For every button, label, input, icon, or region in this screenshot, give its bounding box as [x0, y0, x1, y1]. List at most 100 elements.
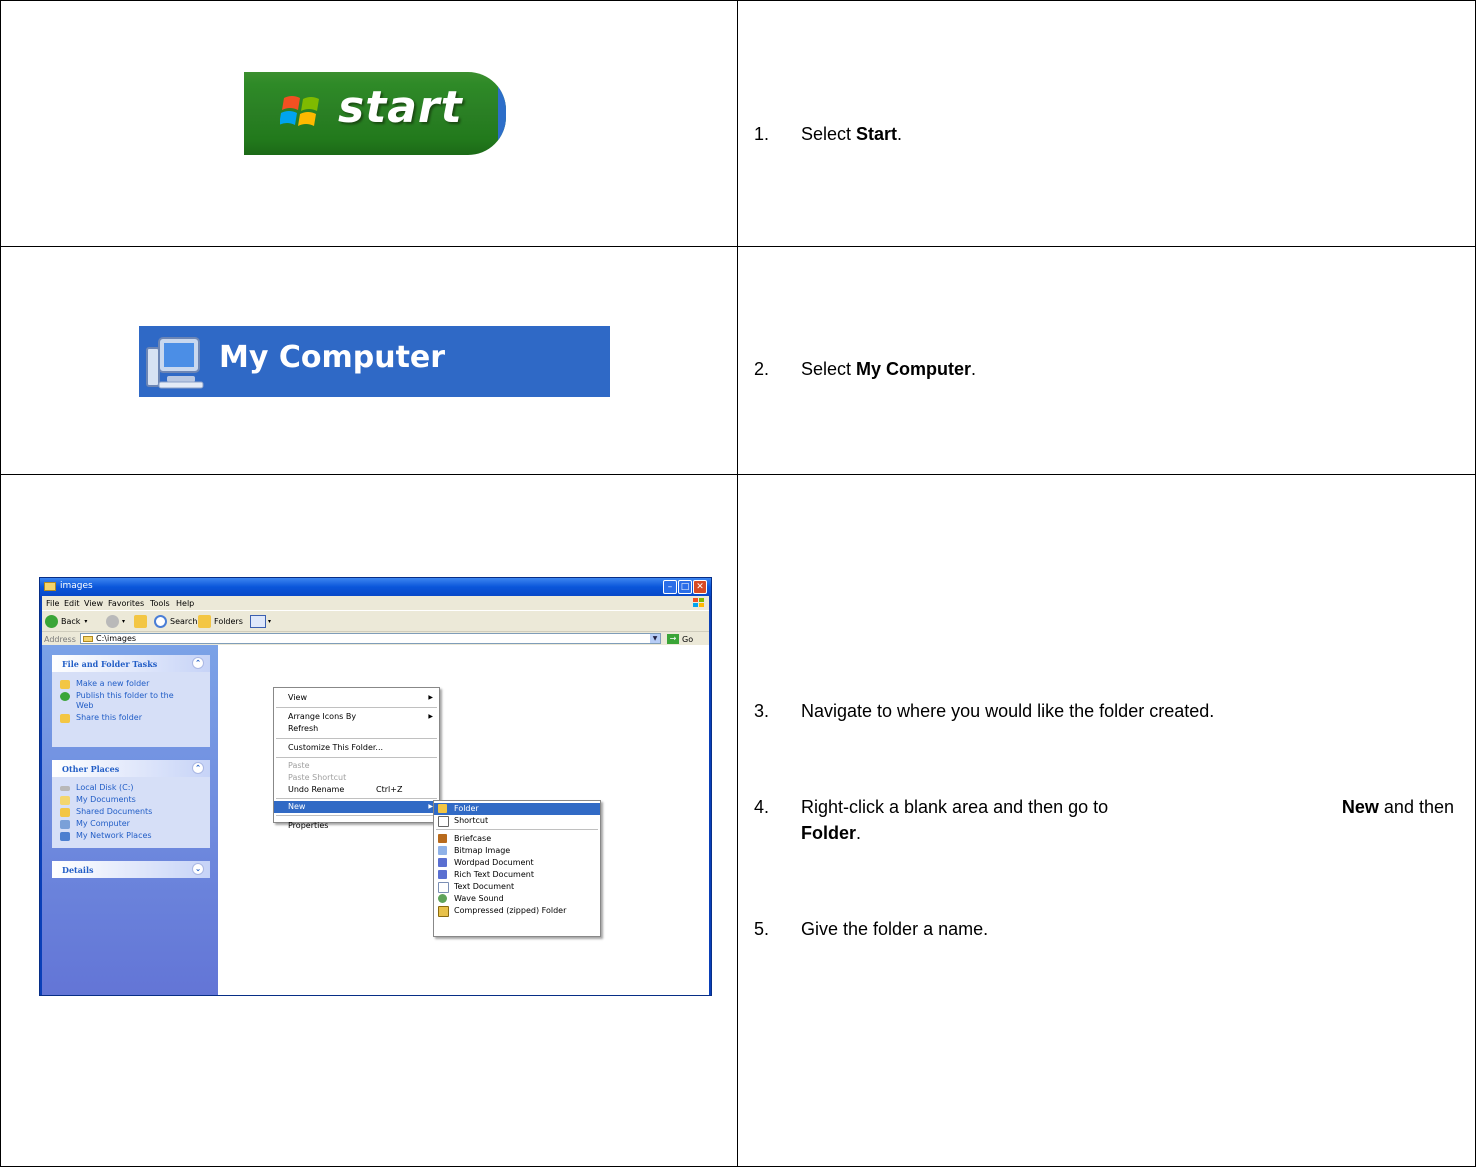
task-make-new-folder[interactable]: Make a new folder	[52, 678, 210, 690]
new-text-item[interactable]: Text Document	[434, 881, 600, 893]
menu-help[interactable]: Help	[176, 599, 194, 608]
search-label: Search	[170, 617, 198, 626]
new-folder-item[interactable]: Folder	[434, 803, 600, 815]
panel-header[interactable]: Details ⌄	[52, 861, 210, 878]
ctx-paste: Paste	[274, 760, 439, 772]
menu-label: Compressed (zipped) Folder	[454, 906, 567, 915]
menu-separator	[436, 829, 598, 830]
step-4-text: 4. Right-click a blank area and then go …	[754, 794, 1454, 846]
address-bar: Address C:\images ▼ → Go	[42, 631, 709, 646]
minimize-button[interactable]: –	[663, 580, 677, 594]
ctx-customize[interactable]: Customize This Folder...	[274, 742, 439, 754]
menu-label: View	[288, 693, 307, 702]
shared-folder-icon	[60, 808, 70, 817]
menu-label: Paste	[288, 761, 310, 770]
step-bold-term: My Computer	[856, 359, 972, 379]
details-panel: Details ⌄	[52, 861, 210, 878]
panel-header[interactable]: File and Folder Tasks ⌃	[52, 655, 210, 672]
step-4-line: Right-click a blank area and then go to …	[801, 794, 1454, 820]
step-text-part: Right-click a blank area and then go to	[801, 797, 1109, 817]
task-label: Share this folder	[76, 713, 142, 722]
new-wordpad-item[interactable]: Wordpad Document	[434, 857, 600, 869]
new-submenu: Folder Shortcut Briefcase Bitmap Image W…	[433, 800, 601, 937]
menu-view[interactable]: View	[84, 599, 103, 608]
step-text-part: Give the folder a name.	[801, 919, 989, 939]
start-label: start	[338, 82, 463, 133]
step-number: 4.	[754, 797, 770, 817]
folder-icon	[83, 636, 93, 642]
go-button[interactable]: → Go	[667, 634, 693, 644]
views-icon	[250, 615, 266, 628]
task-share-folder[interactable]: Share this folder	[52, 712, 210, 724]
forward-button[interactable]: ▾	[106, 615, 125, 628]
ctx-arrange-icons[interactable]: Arrange Icons By ▶	[274, 711, 439, 723]
back-label: Back	[61, 617, 81, 626]
menu-label: Customize This Folder...	[288, 743, 384, 752]
step-text-part: Navigate to where you would like the fol…	[801, 701, 1215, 721]
task-label: Web	[76, 701, 94, 710]
toolbar: Back ▾ ▾ Search Folders ▾	[42, 610, 709, 632]
step-number: 1.	[754, 124, 770, 144]
step-2-text: 2. Select My Computer.	[754, 356, 976, 382]
menu-favorites[interactable]: Favorites	[108, 599, 144, 608]
new-rtf-item[interactable]: Rich Text Document	[434, 869, 600, 881]
new-shortcut-item[interactable]: Shortcut	[434, 815, 600, 827]
up-folder-button[interactable]	[134, 615, 150, 628]
search-button[interactable]: Search	[154, 615, 197, 628]
place-my-computer[interactable]: My Computer	[52, 818, 210, 830]
new-bitmap-item[interactable]: Bitmap Image	[434, 845, 600, 857]
place-network[interactable]: My Network Places	[52, 830, 210, 842]
go-label: Go	[682, 634, 694, 644]
folder-content-area[interactable]: View ▶ Arrange Icons By ▶ Refresh Customiz…	[218, 645, 709, 995]
computer-icon	[146, 337, 204, 389]
new-folder-icon	[60, 680, 70, 689]
go-arrow-icon: →	[667, 634, 679, 644]
ctx-undo-rename[interactable]: Undo Rename Ctrl+Z	[274, 784, 439, 796]
expand-chevron-icon[interactable]: ⌄	[192, 863, 204, 875]
views-button[interactable]: ▾	[250, 615, 271, 628]
address-dropdown-button[interactable]: ▼	[650, 634, 660, 643]
place-label: My Computer	[76, 819, 130, 828]
task-publish-folder-cont[interactable]: Web	[52, 702, 210, 712]
menu-file[interactable]: File	[46, 599, 59, 608]
menu-edit[interactable]: Edit	[64, 599, 80, 608]
ctx-properties[interactable]: Properties	[288, 820, 438, 832]
forward-arrow-icon	[106, 615, 119, 628]
address-input[interactable]: C:\images ▼	[80, 633, 661, 644]
place-my-documents[interactable]: My Documents	[52, 794, 210, 806]
back-arrow-icon	[45, 615, 58, 628]
step-text-part: and then	[1378, 797, 1454, 817]
close-button[interactable]: ✕	[693, 580, 707, 594]
collapse-chevron-icon[interactable]: ⌃	[192, 657, 204, 669]
place-shared-documents[interactable]: Shared Documents	[52, 806, 210, 818]
windows-logo-icon	[280, 96, 319, 126]
folders-label: Folders	[214, 617, 243, 626]
ctx-refresh[interactable]: Refresh	[274, 723, 439, 735]
new-zip-item[interactable]: Compressed (zipped) Folder	[434, 905, 600, 917]
step-3-text: 3. Navigate to where you would like the f…	[754, 698, 1214, 724]
ctx-view[interactable]: View ▶	[274, 692, 439, 704]
task-label: Publish this folder to the	[76, 691, 174, 700]
back-button[interactable]: Back ▾	[45, 615, 87, 628]
new-briefcase-item[interactable]: Briefcase	[434, 833, 600, 845]
menu-separator	[276, 815, 437, 816]
start-button-image: start	[244, 72, 506, 155]
maximize-button[interactable]: □	[678, 580, 692, 594]
ctx-new[interactable]: New ▶	[274, 801, 439, 813]
panel-header[interactable]: Other Places ⌃	[52, 760, 210, 777]
computer-icon	[60, 820, 70, 829]
new-wave-item[interactable]: Wave Sound	[434, 893, 600, 905]
step-number: 3.	[754, 701, 770, 721]
title-bar: images – □ ✕	[40, 578, 711, 596]
menu-label: Undo Rename	[288, 785, 345, 794]
address-label: Address	[44, 635, 76, 644]
menu-tools[interactable]: Tools	[150, 599, 170, 608]
my-computer-image: My Computer	[139, 326, 610, 397]
collapse-chevron-icon[interactable]: ⌃	[192, 762, 204, 774]
menu-separator	[276, 798, 437, 799]
menu-label: Wordpad Document	[454, 858, 534, 867]
menu-label: Properties	[288, 821, 329, 830]
folders-button[interactable]: Folders	[198, 615, 243, 628]
my-computer-label: My Computer	[219, 340, 446, 375]
place-local-disk[interactable]: Local Disk (C:)	[52, 782, 210, 794]
